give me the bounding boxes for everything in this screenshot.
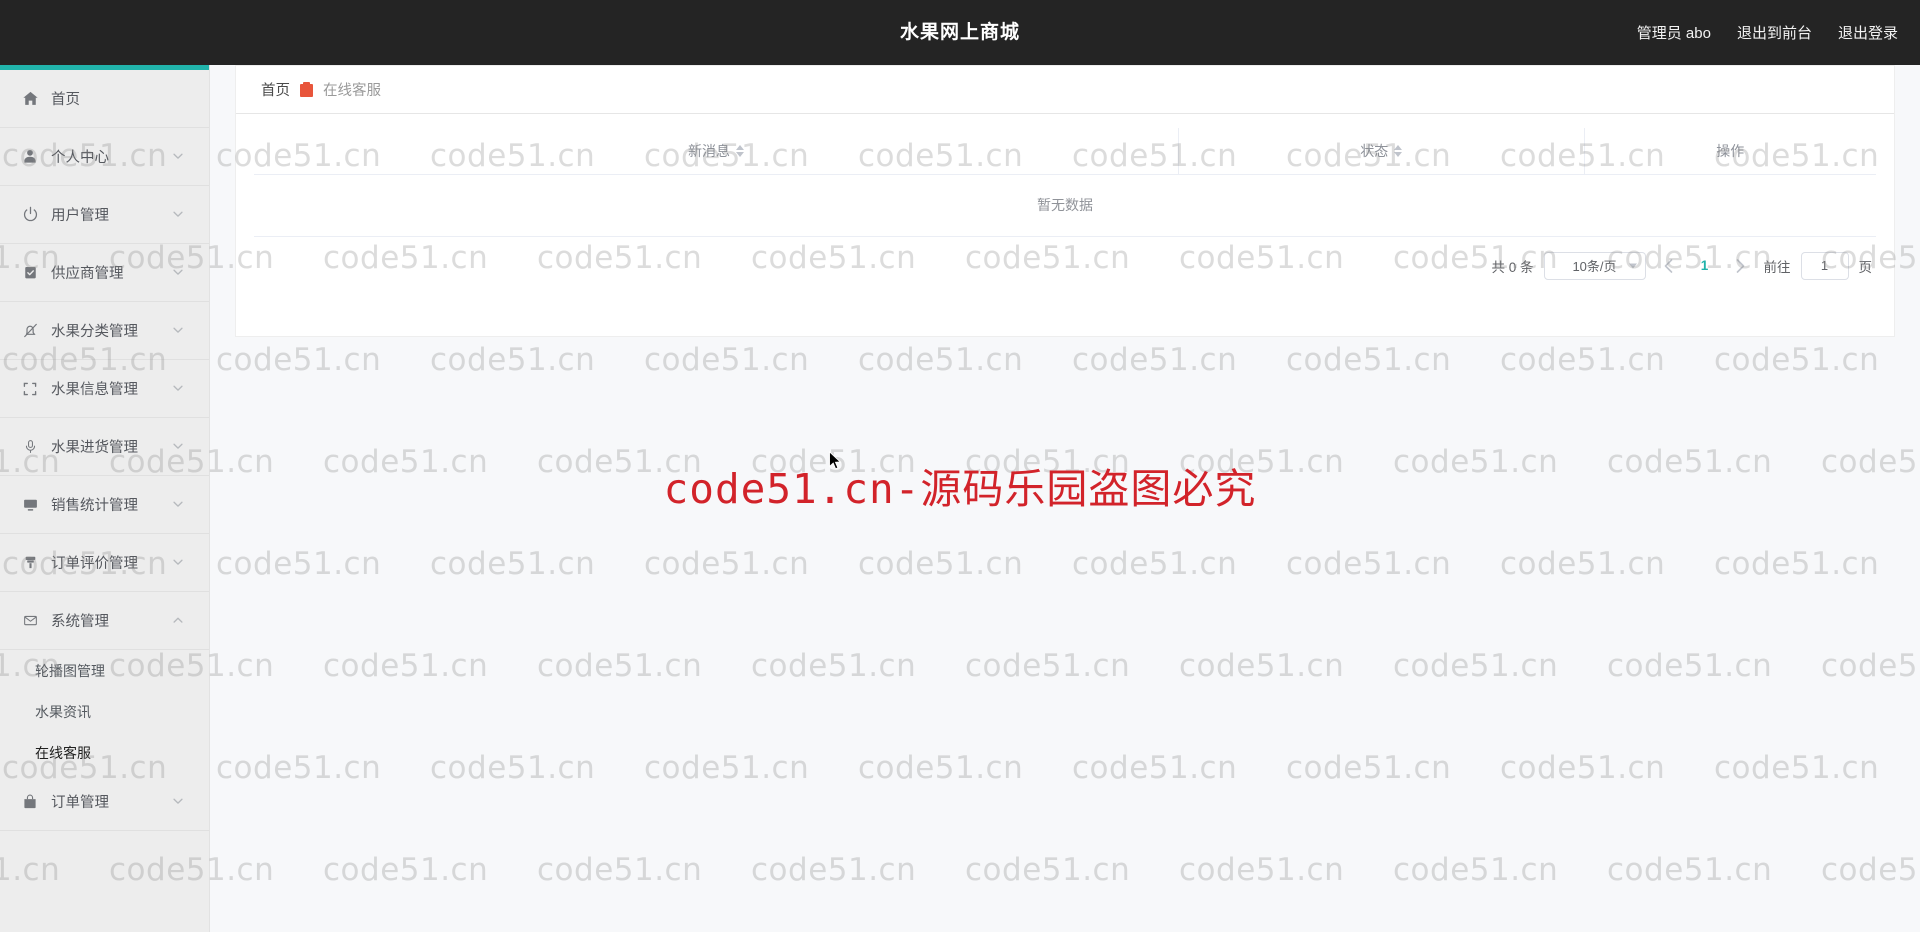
chevron-right-icon[interactable] — [1727, 251, 1754, 280]
sort-toggle-new-message[interactable] — [736, 144, 745, 157]
page-size-select[interactable]: 10条/页 — [1543, 251, 1646, 280]
table-container: 新消息 状态 操作 暂无数据 — [236, 114, 1894, 237]
sidebar-item-after-0[interactable]: 订单管理 — [0, 773, 209, 831]
sidebar-item-label: 用户管理 — [51, 208, 109, 224]
envelope-icon — [20, 611, 40, 631]
main-content: 首页 在线客服 新消息 状态 操作 暂无数据 共 0 条 10条/页 1 前往 … — [210, 65, 1920, 932]
sidebar-submenu-label: 在线客服 — [35, 744, 91, 761]
pagination-page-unit: 页 — [1858, 259, 1873, 275]
chevron-down-icon[interactable] — [171, 794, 187, 810]
chevron-down-icon[interactable] — [171, 323, 187, 339]
sidebar-item-label: 个人中心 — [51, 150, 109, 166]
breadcrumb-current: 在线客服 — [323, 83, 381, 99]
column-status[interactable]: 状态 — [1178, 128, 1585, 175]
crop-icon — [20, 379, 40, 399]
pagination: 共 0 条 10条/页 1 前往 页 — [236, 237, 1894, 295]
microphone-icon — [20, 437, 40, 457]
sidebar-submenu-item-2[interactable]: 在线客服 — [0, 732, 209, 773]
brush-icon — [20, 553, 40, 573]
sidebar-item-1[interactable]: 个人中心 — [0, 128, 209, 186]
folder-icon — [300, 82, 313, 97]
service-message-table: 新消息 状态 操作 暂无数据 — [254, 128, 1876, 237]
home-icon — [20, 89, 40, 109]
column-new-message-label: 新消息 — [688, 142, 731, 159]
monitor-icon — [20, 495, 40, 515]
table-empty-row: 暂无数据 — [254, 174, 1876, 237]
breadcrumb-home[interactable]: 首页 — [261, 79, 290, 100]
column-new-message[interactable]: 新消息 — [254, 128, 1179, 175]
chevron-down-icon[interactable] — [171, 149, 187, 165]
sidebar-item-3[interactable]: 供应商管理 — [0, 244, 209, 302]
sidebar-item-label: 销售统计管理 — [51, 498, 138, 514]
sidebar-item-label: 订单管理 — [51, 795, 109, 811]
sidebar-item-0[interactable]: 首页 — [0, 70, 209, 128]
pagination-jump-input[interactable] — [1800, 251, 1849, 280]
app-title: 水果网上商城 — [899, 22, 1020, 43]
table-header-row: 新消息 状态 操作 — [254, 128, 1876, 175]
power-icon — [20, 205, 40, 225]
sidebar-item-8[interactable]: 订单评价管理 — [0, 534, 209, 592]
header-link-exit-to-front[interactable]: 退出到前台 — [1737, 22, 1812, 43]
header-link-logout[interactable]: 退出登录 — [1838, 22, 1898, 43]
bell-slash-icon — [20, 321, 40, 341]
sort-toggle-status[interactable] — [1394, 144, 1403, 157]
chevron-down-icon[interactable] — [171, 207, 187, 223]
sidebar-item-label: 首页 — [51, 92, 80, 108]
sidebar-item-2[interactable]: 用户管理 — [0, 186, 209, 244]
chevron-down-icon[interactable] — [171, 555, 187, 571]
page-number-1[interactable]: 1 — [1692, 252, 1718, 280]
sidebar-item-label: 系统管理 — [51, 614, 109, 630]
top-header-bar: 水果网上商城 管理员 abo 退出到前台 退出登录 — [0, 0, 1920, 65]
pagination-total: 共 0 条 — [1491, 259, 1534, 275]
sidebar-item-4[interactable]: 水果分类管理 — [0, 302, 209, 360]
header-actions: 管理员 abo 退出到前台 退出登录 — [1637, 0, 1898, 65]
sidebar-menu: 首页个人中心用户管理供应商管理水果分类管理 水果信息管理 水果进货管理 销售统计管理订… — [0, 70, 209, 831]
sidebar-submenu-label: 轮播图管理 — [35, 662, 105, 679]
sidebar-item-label: 水果信息管理 — [51, 382, 138, 398]
table-body: 暂无数据 — [254, 174, 1876, 237]
page-size-value: 10条/页 — [1572, 259, 1617, 274]
sidebar-item-5[interactable]: 水果信息管理 — [0, 360, 209, 418]
chevron-down-icon[interactable] — [171, 439, 187, 455]
chevron-left-icon[interactable] — [1655, 251, 1682, 280]
chevron-down-icon — [1628, 263, 1637, 268]
breadcrumb: 首页 在线客服 — [236, 66, 1894, 114]
column-status-label: 状态 — [1360, 142, 1389, 159]
sidebar-submenu-item-0[interactable]: 轮播图管理 — [0, 650, 209, 691]
chevron-down-icon[interactable] — [171, 381, 187, 397]
user-icon — [20, 147, 40, 167]
content-card: 首页 在线客服 新消息 状态 操作 暂无数据 共 0 条 10条/页 1 前往 … — [235, 65, 1895, 337]
sidebar-item-label: 水果分类管理 — [51, 324, 138, 340]
sidebar-item-label: 订单评价管理 — [51, 556, 138, 572]
chevron-down-icon[interactable] — [171, 265, 187, 281]
empty-state-text: 暂无数据 — [254, 174, 1876, 237]
sidebar-item-9[interactable]: 系统管理 — [0, 592, 209, 650]
chevron-down-icon[interactable] — [171, 497, 187, 513]
pagination-jump-label: 前往 — [1763, 259, 1791, 275]
sidebar-submenu-item-1[interactable]: 水果资讯 — [0, 691, 209, 732]
column-action: 操作 — [1583, 128, 1876, 175]
sidebar-item-label: 供应商管理 — [51, 266, 124, 282]
column-action-label: 操作 — [1716, 142, 1745, 159]
sidebar-item-label: 水果进货管理 — [51, 440, 138, 456]
sidebar-item-7[interactable]: 销售统计管理 — [0, 476, 209, 534]
clipboard-check-icon — [20, 263, 40, 283]
sidebar-item-6[interactable]: 水果进货管理 — [0, 418, 209, 476]
sidebar: 首页个人中心用户管理供应商管理水果分类管理 水果信息管理 水果进货管理 销售统计管理订… — [0, 65, 210, 932]
sidebar-submenu-label: 水果资讯 — [35, 703, 91, 720]
bag-icon — [20, 792, 40, 812]
header-link-admin-user[interactable]: 管理员 abo — [1637, 22, 1711, 43]
chevron-up-icon[interactable] — [171, 613, 187, 629]
